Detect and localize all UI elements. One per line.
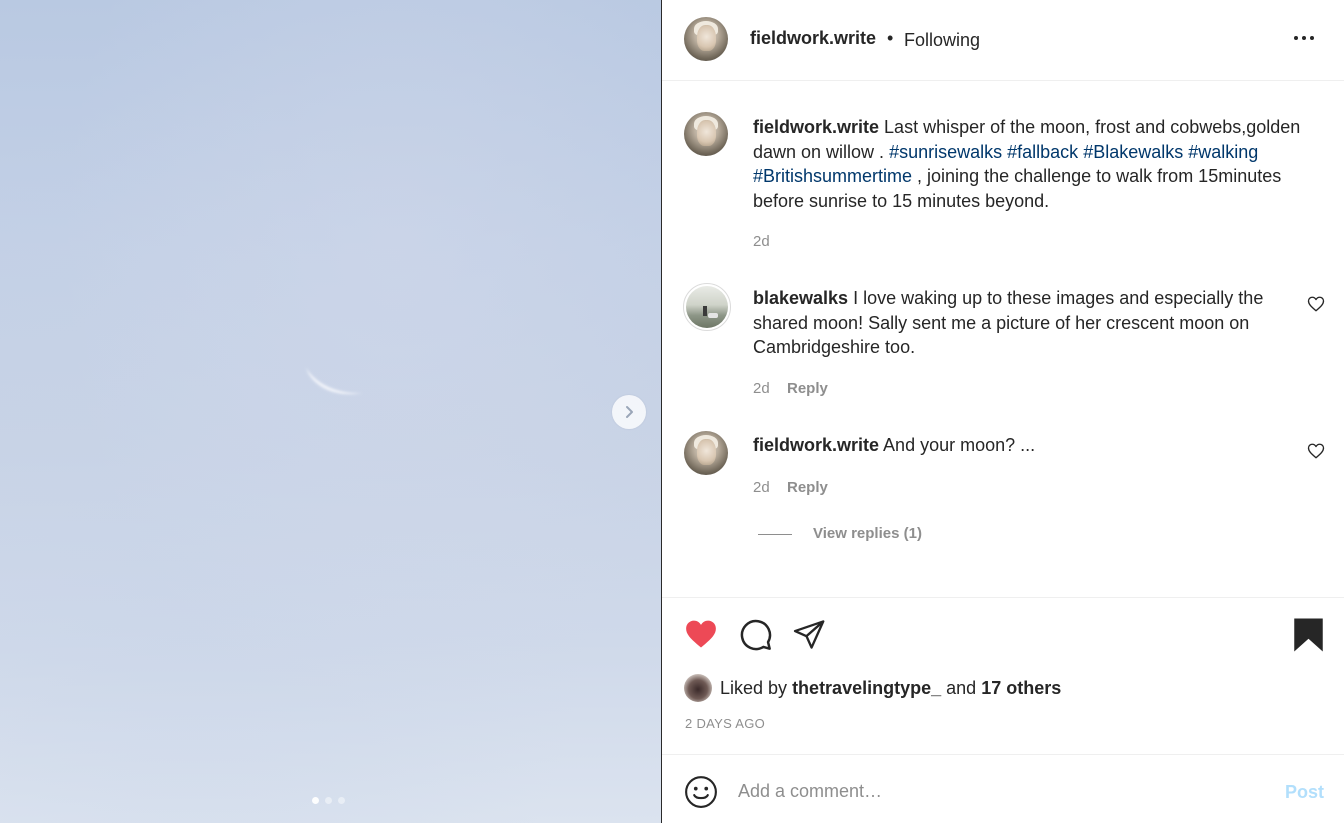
paper-plane-icon[interactable] xyxy=(793,618,826,651)
heart-filled-icon[interactable] xyxy=(684,617,718,651)
add-comment-bar: Post xyxy=(662,754,1344,823)
commenter-avatar[interactable] xyxy=(684,431,728,475)
liker-username[interactable]: thetravelingtype_ xyxy=(792,678,941,699)
crescent-moon xyxy=(306,368,362,395)
caption-time[interactable]: 2d xyxy=(753,233,770,250)
post-caption: fieldwork.write Last whisper of the moon… xyxy=(753,115,1328,213)
view-replies-line xyxy=(758,534,792,535)
comment-like-icon[interactable] xyxy=(1307,442,1325,460)
author-username[interactable]: fieldwork.write xyxy=(750,28,876,49)
following-button[interactable]: Following xyxy=(904,30,980,51)
comments-section[interactable]: fieldwork.write Last whisper of the moon… xyxy=(662,82,1344,597)
post-actions: Liked by thetravelingtype_ and 17 others… xyxy=(662,597,1344,754)
carousel-dot-3[interactable] xyxy=(338,797,345,804)
sky-background xyxy=(0,0,661,823)
comment-icon[interactable] xyxy=(738,617,773,652)
post-header: fieldwork.write • Following xyxy=(662,0,1344,81)
hashtag-link[interactable]: #fallback xyxy=(1007,142,1078,162)
comment-text: blakewalks I love waking up to these ima… xyxy=(753,286,1293,360)
hashtag-link[interactable]: #sunrisewalks xyxy=(889,142,1002,162)
carousel-dot-1[interactable] xyxy=(312,797,319,804)
comment-body: And your moon? ... xyxy=(883,435,1036,455)
comment-time[interactable]: 2d xyxy=(753,479,770,496)
header-separator: • xyxy=(887,28,894,48)
hashtag-link[interactable]: #Britishsummertime xyxy=(753,166,912,186)
comment-username[interactable]: blakewalks xyxy=(753,288,848,308)
comment-username[interactable]: fieldwork.write xyxy=(753,435,879,455)
author-avatar[interactable] xyxy=(684,17,728,61)
hashtag-link[interactable]: #Blakewalks xyxy=(1083,142,1183,162)
comment-input[interactable] xyxy=(738,773,1258,809)
post-details-panel: fieldwork.write • Following fieldwork.wr… xyxy=(662,0,1344,823)
caption-avatar[interactable] xyxy=(684,112,728,156)
post-button[interactable]: Post xyxy=(1285,782,1324,803)
smiley-icon[interactable] xyxy=(684,775,718,809)
post-timestamp[interactable]: 2 DAYS AGO xyxy=(685,716,765,731)
next-slide-button[interactable] xyxy=(612,395,646,429)
comment-text: fieldwork.write And your moon? ... xyxy=(753,433,1293,458)
bookmark-filled-icon[interactable] xyxy=(1292,617,1325,653)
post-image[interactable] xyxy=(0,0,661,823)
more-options-icon[interactable] xyxy=(1294,36,1314,40)
hashtag-link[interactable]: #walking xyxy=(1188,142,1258,162)
reply-button[interactable]: Reply xyxy=(787,380,828,397)
comment-time[interactable]: 2d xyxy=(753,380,770,397)
liked-by: Liked by thetravelingtype_ and 17 others xyxy=(684,674,1061,702)
comment-like-icon[interactable] xyxy=(1307,295,1325,313)
commenter-avatar[interactable] xyxy=(683,283,731,331)
caption-username[interactable]: fieldwork.write xyxy=(753,117,879,137)
chevron-right-icon xyxy=(626,406,633,418)
liker-avatar[interactable] xyxy=(684,674,712,702)
likes-others-button[interactable]: 17 others xyxy=(981,678,1061,699)
view-replies-button[interactable]: View replies (1) xyxy=(813,525,922,542)
carousel-dots xyxy=(312,797,345,804)
reply-button[interactable]: Reply xyxy=(787,479,828,496)
carousel-dot-2[interactable] xyxy=(325,797,332,804)
liked-by-and: and xyxy=(946,677,977,698)
liked-by-prefix: Liked by xyxy=(720,677,788,698)
